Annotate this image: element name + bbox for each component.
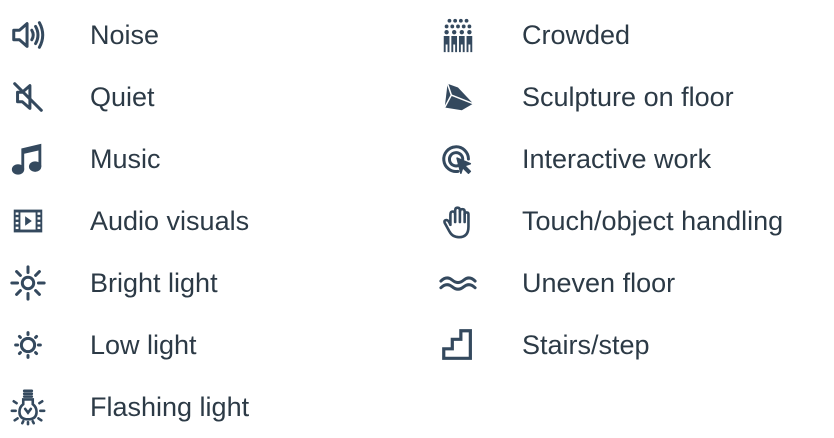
legend-item-label: Audio visuals xyxy=(90,205,250,236)
legend-item-flashing-light: Flashing light xyxy=(8,376,249,438)
film-play-icon xyxy=(8,201,48,241)
legend-item-touch-object-handling: Touch/object handling xyxy=(438,190,783,252)
legend-item-label: Bright light xyxy=(90,267,218,298)
legend-item-label: Crowded xyxy=(522,19,631,50)
legend-item-label: Low light xyxy=(90,329,197,360)
legend-item-noise: Noise xyxy=(8,4,249,66)
music-note-icon xyxy=(8,139,48,179)
speaker-muted-icon xyxy=(8,77,48,117)
legend-item-label: Noise xyxy=(90,19,160,50)
crowd-icon xyxy=(438,15,478,55)
accessibility-legend: Noise Quiet Music Audio visuals Bright l… xyxy=(0,0,834,424)
legend-item-crowded: Crowded xyxy=(438,4,783,66)
legend-item-uneven-floor: Uneven floor xyxy=(438,252,783,314)
legend-item-label: Interactive work xyxy=(522,143,712,174)
legend-item-label: Stairs/step xyxy=(522,329,650,360)
legend-item-label: Uneven floor xyxy=(522,267,676,298)
legend-column-left: Noise Quiet Music Audio visuals Bright l… xyxy=(8,4,249,438)
legend-item-audio-visuals: Audio visuals xyxy=(8,190,249,252)
legend-item-stairs-step: Stairs/step xyxy=(438,314,783,376)
flashing-bulb-icon xyxy=(8,387,48,427)
cursor-click-icon xyxy=(438,139,478,179)
legend-item-sculpture-on-floor: Sculpture on floor xyxy=(438,66,783,128)
stairs-icon xyxy=(438,325,478,365)
legend-item-label: Quiet xyxy=(90,81,155,112)
legend-item-label: Touch/object handling xyxy=(522,205,784,236)
legend-item-quiet: Quiet xyxy=(8,66,249,128)
sun-low-icon xyxy=(8,325,48,365)
legend-item-label: Sculpture on floor xyxy=(522,81,734,112)
sculpture-icon xyxy=(438,77,478,117)
legend-item-label: Flashing light xyxy=(90,391,250,422)
legend-item-label: Music xyxy=(90,143,161,174)
sun-bright-icon xyxy=(8,263,48,303)
legend-item-low-light: Low light xyxy=(8,314,249,376)
speaker-loud-icon xyxy=(8,15,48,55)
legend-column-right: Crowded Sculpture on floor Interactive w… xyxy=(438,4,783,376)
legend-item-bright-light: Bright light xyxy=(8,252,249,314)
waves-icon xyxy=(438,263,478,303)
legend-item-interactive-work: Interactive work xyxy=(438,128,783,190)
hand-icon xyxy=(438,201,478,241)
legend-item-music: Music xyxy=(8,128,249,190)
